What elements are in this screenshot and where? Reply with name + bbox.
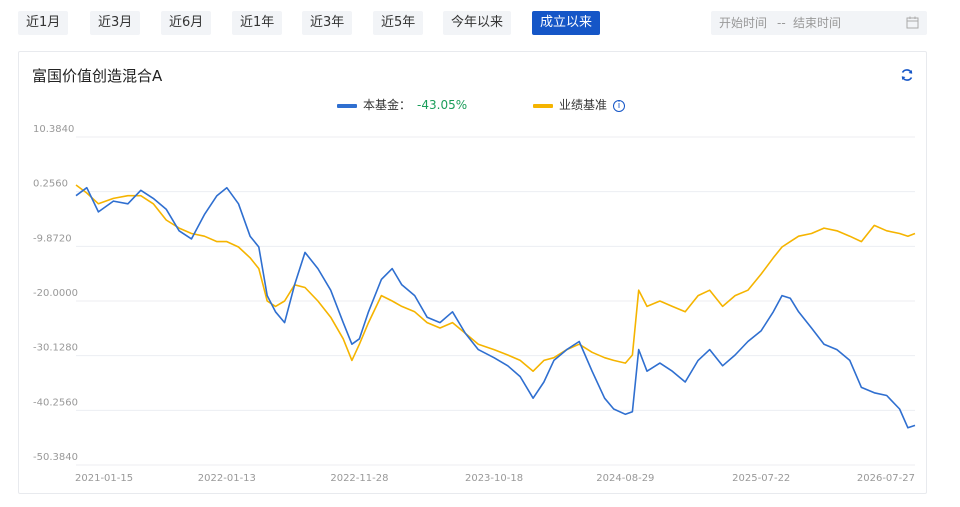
x-tick-label: 2024-08-29 bbox=[596, 473, 654, 484]
y-tick-label: 0.2560 bbox=[33, 179, 68, 190]
y-tick-label: -40.2560 bbox=[33, 397, 78, 408]
benchmark-series-line bbox=[75, 184, 916, 372]
y-tick-label: 10.3840 bbox=[33, 124, 74, 135]
y-axis-ticks: 10.3840 0.2560 -9.8720 -20.0000 -30.1280 -40.… bbox=[33, 124, 78, 463]
chart-lines bbox=[75, 184, 916, 429]
x-tick-label: 2022-11-28 bbox=[330, 473, 388, 484]
x-tick-label: 2026-07-27 bbox=[857, 473, 915, 484]
y-tick-label: -50.3840 bbox=[33, 452, 78, 463]
x-axis-ticks: 2021-01-15 2022-01-13 2022-11-28 2023-10-18… bbox=[75, 473, 915, 484]
x-tick-label: 2022-01-13 bbox=[198, 473, 256, 484]
y-tick-label: -30.1280 bbox=[33, 343, 78, 354]
x-tick-label: 2021-01-15 bbox=[75, 473, 133, 484]
y-tick-label: -20.0000 bbox=[33, 288, 78, 299]
fund-series-line bbox=[75, 186, 916, 429]
x-tick-label: 2025-07-22 bbox=[732, 473, 790, 484]
x-tick-label: 2023-10-18 bbox=[465, 473, 523, 484]
performance-chart: 10.3840 0.2560 -9.8720 -20.0000 -30.1280 -40.… bbox=[33, 124, 916, 484]
y-tick-label: -9.8720 bbox=[33, 233, 72, 244]
chart-grid bbox=[76, 136, 915, 466]
